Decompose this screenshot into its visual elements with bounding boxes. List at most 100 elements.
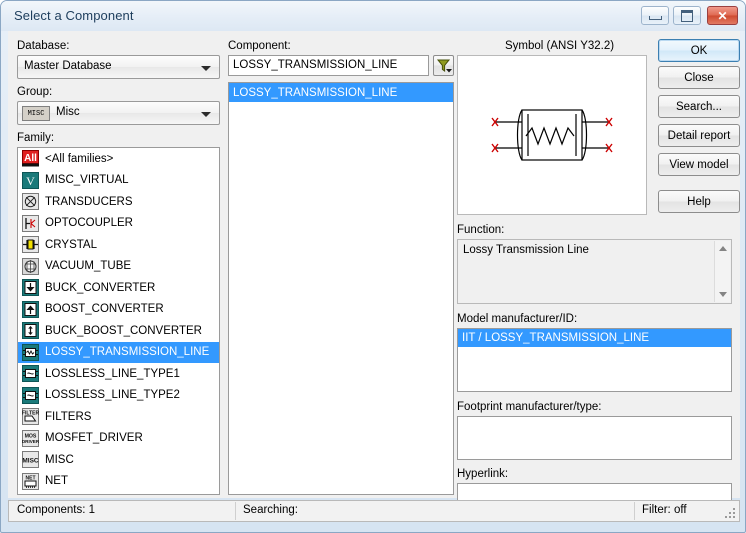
misc-virtual-icon: V xyxy=(22,171,39,189)
net-icon: NET xyxy=(22,472,39,490)
scroll-up-icon[interactable] xyxy=(715,241,730,256)
function-scrollbar[interactable] xyxy=(714,241,730,302)
scroll-down-icon[interactable] xyxy=(715,287,730,302)
footprint-label: Footprint manufacturer/type: xyxy=(457,401,602,413)
component-search-value: LOSSY_TRANSMISSION_LINE xyxy=(233,59,398,71)
family-item-label: <All families> xyxy=(45,152,114,165)
family-item-label: BOOST_CONVERTER xyxy=(45,303,164,316)
family-item-label: BUCK_CONVERTER xyxy=(45,281,156,294)
all-families-icon: All xyxy=(22,150,39,167)
family-list-item[interactable]: OPTOCOUPLER xyxy=(18,213,219,235)
group-combo-value: Misc xyxy=(56,106,80,118)
svg-text:MISC: MISC xyxy=(22,458,39,465)
family-list-item[interactable]: LOSSLESS_LINE_TYPE2 xyxy=(18,385,219,407)
family-listbox[interactable]: All <All families> V MISC_VIRTUAL TRANSDUCER… xyxy=(17,147,220,495)
title-bar[interactable]: Select a Component ✕ xyxy=(1,1,745,31)
optocoupler-icon xyxy=(22,214,39,232)
component-item-label: LOSSY_TRANSMISSION_LINE xyxy=(233,86,398,99)
status-searching: Searching: xyxy=(243,504,298,516)
component-list-item[interactable]: LOSSY_TRANSMISSION_LINE xyxy=(229,83,453,102)
detail-report-button[interactable]: Detail report xyxy=(658,124,740,147)
family-list-item[interactable]: BUCK_BOOST_CONVERTER xyxy=(18,320,219,342)
ok-button[interactable]: OK xyxy=(658,39,740,62)
model-item-label: IIT / LOSSY_TRANSMISSION_LINE xyxy=(462,332,650,344)
group-misc-icon: MISC xyxy=(22,106,50,121)
close-button[interactable]: ✕ xyxy=(707,6,738,25)
database-combo[interactable]: Master Database xyxy=(17,55,220,79)
mosfet-driver-icon: MOS DRIVER xyxy=(22,429,40,447)
vacuum-tube-icon xyxy=(22,257,39,275)
family-list-item[interactable]: BUCK_CONVERTER xyxy=(18,277,219,299)
family-list-item[interactable]: LOSSLESS_LINE_TYPE1 xyxy=(18,363,219,385)
family-list-item[interactable]: MISC MISC xyxy=(18,449,219,471)
view-model-button[interactable]: View model xyxy=(658,153,740,176)
group-combo[interactable]: MISC Misc xyxy=(17,101,220,125)
group-label: Group: xyxy=(17,86,53,98)
family-item-label: MISC_VIRTUAL xyxy=(45,174,129,187)
minimize-icon xyxy=(642,7,668,24)
component-search-input[interactable]: LOSSY_TRANSMISSION_LINE xyxy=(228,55,429,76)
function-label: Function: xyxy=(457,224,505,236)
database-label: Database: xyxy=(17,40,70,52)
minimize-button[interactable] xyxy=(641,6,669,25)
model-label: Model manufacturer/ID: xyxy=(457,313,578,325)
family-list-item[interactable]: VACUUM_TUBE xyxy=(18,256,219,278)
family-item-label: NET xyxy=(45,475,68,488)
chevron-down-icon xyxy=(201,66,211,71)
status-filter: Filter: off xyxy=(642,504,687,516)
chevron-down-icon xyxy=(201,112,211,117)
family-list-item[interactable]: CRYSTAL xyxy=(18,234,219,256)
family-item-label: VACUUM_TUBE xyxy=(45,260,132,273)
lossy-transmission-line-symbol xyxy=(491,109,613,161)
family-list-item[interactable]: NET NET xyxy=(18,471,219,493)
filters-icon: FILTER xyxy=(22,408,39,426)
family-item-label: OPTOCOUPLER xyxy=(45,217,133,230)
family-list-item[interactable]: LOSSY_TRANSMISSION_LINE xyxy=(18,341,219,363)
component-filter-button[interactable] xyxy=(433,55,454,76)
lossless-line-type2-icon xyxy=(22,386,39,404)
family-list-item[interactable]: V MISC_VIRTUAL xyxy=(18,170,219,192)
status-divider xyxy=(634,502,635,520)
maximize-button[interactable] xyxy=(673,6,701,25)
crystal-icon xyxy=(22,236,39,254)
model-listbox[interactable]: IIT / LOSSY_TRANSMISSION_LINE xyxy=(457,328,732,392)
family-list-item[interactable]: TRANSDUCERS xyxy=(18,191,219,213)
maximize-icon xyxy=(674,7,700,24)
symbol-title: Symbol (ANSI Y32.2) xyxy=(505,40,615,52)
model-list-item[interactable]: IIT / LOSSY_TRANSMISSION_LINE xyxy=(458,329,731,347)
family-list-item[interactable]: MOS DRIVER MOSFET_DRIVER xyxy=(18,428,219,450)
svg-text:FILTER: FILTER xyxy=(22,411,39,417)
family-list-item[interactable]: All <All families> xyxy=(18,148,219,170)
family-item-label: LOSSLESS_LINE_TYPE2 xyxy=(45,389,180,402)
window-title: Select a Component xyxy=(14,8,134,23)
status-components: Components: 1 xyxy=(17,504,95,516)
buck-boost-converter-icon xyxy=(22,322,39,340)
family-list-item[interactable]: FILTER FILTERS xyxy=(18,406,219,428)
hyperlink-label: Hyperlink: xyxy=(457,468,509,480)
resize-grip[interactable] xyxy=(725,508,737,520)
status-divider xyxy=(235,502,236,520)
misc-icon: MISC xyxy=(22,451,39,469)
family-list-item[interactable]: BOOST_CONVERTER xyxy=(18,299,219,321)
dialog-client-area: Database: Master Database Group: MISC Mi… xyxy=(8,31,740,505)
symbol-preview xyxy=(457,55,647,215)
svg-text:V: V xyxy=(26,174,35,188)
transducers-icon xyxy=(22,193,39,211)
family-item-label: LOSSLESS_LINE_TYPE1 xyxy=(45,367,180,380)
boost-converter-icon xyxy=(22,300,39,318)
family-item-label: CRYSTAL xyxy=(45,238,97,251)
component-label: Component: xyxy=(228,40,291,52)
help-button[interactable]: Help xyxy=(658,190,740,213)
family-label: Family: xyxy=(17,132,55,144)
footprint-field[interactable] xyxy=(457,416,732,460)
function-field[interactable]: Lossy Transmission Line xyxy=(457,239,732,304)
family-item-label: MISC xyxy=(45,453,74,466)
close-dialog-button[interactable]: Close xyxy=(658,66,740,89)
search-button[interactable]: Search... xyxy=(658,95,740,118)
family-item-label: LOSSY_TRANSMISSION_LINE xyxy=(45,346,210,359)
family-item-label: BUCK_BOOST_CONVERTER xyxy=(45,324,202,337)
status-bar: Components: 1 Searching: Filter: off xyxy=(8,500,740,522)
function-value: Lossy Transmission Line xyxy=(463,244,589,256)
component-listbox[interactable]: LOSSY_TRANSMISSION_LINE xyxy=(228,82,454,495)
lossless-line-type1-icon xyxy=(22,365,39,383)
